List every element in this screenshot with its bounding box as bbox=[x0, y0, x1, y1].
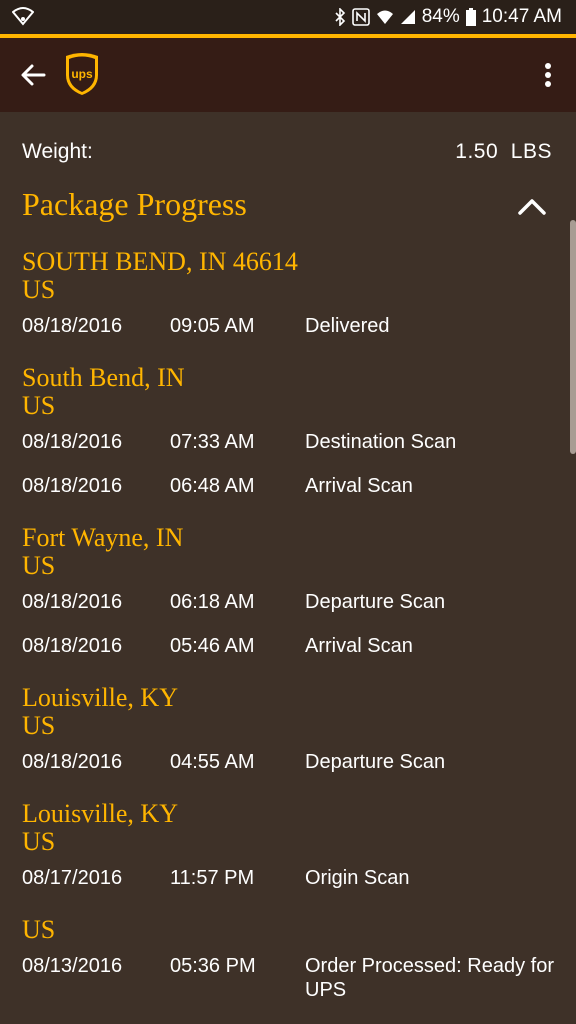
tracking-details: Weight: 1.50 LBS Package Progress SOUTH … bbox=[0, 112, 576, 1024]
location-group: Fort Wayne, IN US 08/18/2016 06:18 AM De… bbox=[22, 524, 562, 668]
location-city: Louisville, KY bbox=[22, 799, 178, 828]
wifi-icon bbox=[376, 9, 394, 25]
list-item: 08/13/2016 05:36 PM Order Processed: Rea… bbox=[22, 944, 562, 1004]
location-country: US bbox=[22, 391, 56, 420]
event-date: 08/18/2016 bbox=[22, 751, 123, 773]
event-date: 08/17/2016 bbox=[22, 867, 123, 889]
location-city: Louisville, KY bbox=[22, 683, 178, 712]
event-date: 08/13/2016 bbox=[22, 955, 123, 977]
collapse-button[interactable] bbox=[516, 194, 548, 218]
app-bar: ups bbox=[0, 38, 576, 112]
list-item: 08/18/2016 05:46 AM Arrival Scan bbox=[22, 624, 562, 668]
location-city: SOUTH BEND, IN 46614 bbox=[22, 247, 298, 276]
event-time: 09:05 AM bbox=[170, 315, 255, 337]
battery-percent: 84% bbox=[421, 6, 460, 27]
location-city: South Bend, IN bbox=[22, 363, 185, 392]
status-bar: 84% 10:47 AM bbox=[0, 0, 576, 34]
location-city: Fort Wayne, IN bbox=[22, 523, 184, 552]
more-vert-icon bbox=[545, 63, 551, 87]
event-activity: Order Processed: Ready for UPS bbox=[305, 955, 554, 1001]
list-item: 08/18/2016 07:33 AM Destination Scan bbox=[22, 420, 562, 464]
clock: 10:47 AM bbox=[481, 6, 562, 27]
list-item: 08/18/2016 06:48 AM Arrival Scan bbox=[22, 464, 562, 508]
progress-list: SOUTH BEND, IN 46614 US 08/18/2016 09:05… bbox=[22, 248, 562, 1004]
event-date: 08/18/2016 bbox=[22, 591, 123, 613]
overflow-menu-button[interactable] bbox=[536, 57, 560, 93]
event-date: 08/18/2016 bbox=[22, 635, 123, 657]
list-item: 08/17/2016 11:57 PM Origin Scan bbox=[22, 856, 562, 900]
package-progress-title: Package Progress bbox=[22, 186, 247, 222]
location-group: SOUTH BEND, IN 46614 US 08/18/2016 09:05… bbox=[22, 248, 562, 348]
ups-logo: ups bbox=[62, 51, 102, 97]
location-group: Louisville, KY US 08/17/2016 11:57 PM Or… bbox=[22, 800, 562, 900]
nfc-icon bbox=[351, 8, 370, 26]
wifi-signal-icon bbox=[12, 6, 34, 26]
location-country: US bbox=[22, 827, 56, 856]
bluetooth-icon bbox=[334, 8, 346, 26]
event-time: 07:33 AM bbox=[170, 431, 255, 453]
event-activity: Destination Scan bbox=[305, 431, 457, 453]
event-date: 08/18/2016 bbox=[22, 315, 123, 337]
event-activity: Arrival Scan bbox=[305, 475, 413, 497]
list-item: 08/18/2016 06:18 AM Departure Scan bbox=[22, 580, 562, 624]
event-date: 08/18/2016 bbox=[22, 431, 123, 453]
event-time: 05:36 PM bbox=[170, 955, 256, 977]
back-button[interactable] bbox=[16, 57, 52, 93]
event-activity: Arrival Scan bbox=[305, 635, 413, 657]
event-activity: Departure Scan bbox=[305, 591, 446, 613]
event-time: 11:57 PM bbox=[170, 867, 255, 889]
event-activity: Origin Scan bbox=[305, 867, 410, 889]
location-group: US 08/13/2016 05:36 PM Order Processed: … bbox=[22, 916, 562, 1004]
scrollbar[interactable] bbox=[570, 220, 576, 454]
event-date: 08/18/2016 bbox=[22, 475, 123, 497]
event-time: 06:18 AM bbox=[170, 591, 255, 613]
location-country: US bbox=[22, 275, 56, 304]
location-group: South Bend, IN US 08/18/2016 07:33 AM De… bbox=[22, 364, 562, 508]
chevron-up-icon bbox=[518, 199, 546, 215]
location-country: US bbox=[22, 915, 56, 944]
cell-signal-icon bbox=[400, 9, 416, 25]
svg-text:ups: ups bbox=[71, 67, 93, 81]
arrow-left-icon bbox=[21, 64, 46, 86]
event-time: 05:46 AM bbox=[170, 635, 255, 657]
event-time: 06:48 AM bbox=[170, 475, 255, 497]
location-country: US bbox=[22, 551, 56, 580]
weight-label: Weight: bbox=[22, 140, 93, 163]
event-activity: Delivered bbox=[305, 315, 390, 337]
event-activity: Departure Scan bbox=[305, 751, 446, 773]
list-item: 08/18/2016 09:05 AM Delivered bbox=[22, 304, 562, 348]
location-group: Louisville, KY US 08/18/2016 04:55 AM De… bbox=[22, 684, 562, 784]
weight-value: 1.50 LBS bbox=[455, 140, 552, 163]
location-country: US bbox=[22, 711, 56, 740]
event-time: 04:55 AM bbox=[170, 751, 255, 773]
list-item: 08/18/2016 04:55 AM Departure Scan bbox=[22, 740, 562, 784]
battery-icon bbox=[465, 8, 476, 26]
